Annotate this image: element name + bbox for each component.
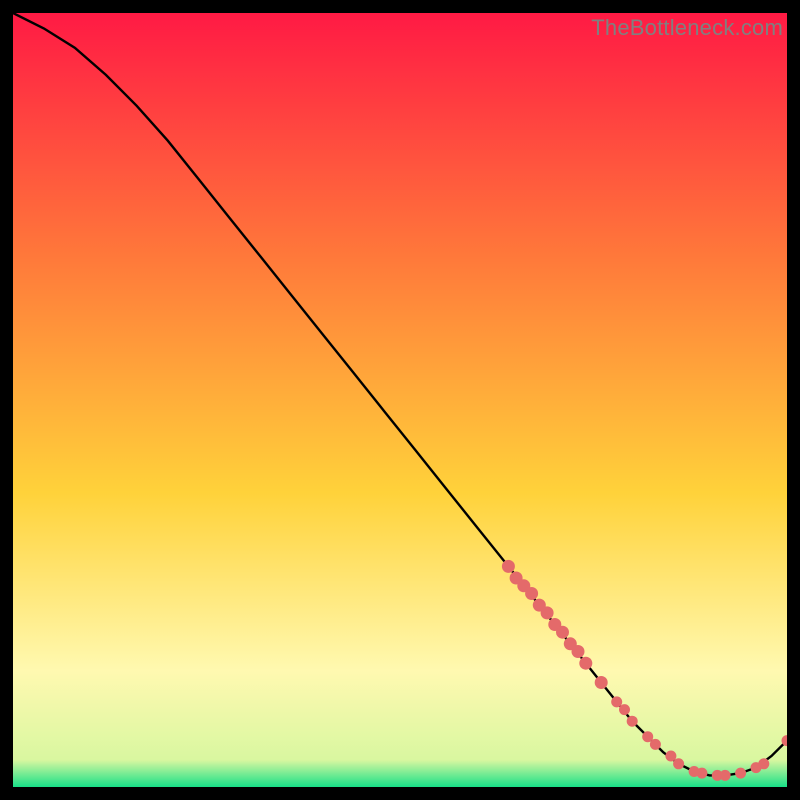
data-point bbox=[611, 696, 622, 707]
data-point bbox=[556, 626, 569, 639]
data-point bbox=[650, 739, 661, 750]
gradient-background bbox=[13, 13, 787, 787]
data-point bbox=[502, 560, 515, 573]
attribution-label: TheBottleneck.com bbox=[591, 15, 783, 41]
data-point bbox=[627, 716, 638, 727]
data-point bbox=[579, 657, 592, 670]
data-point bbox=[572, 645, 585, 658]
data-point bbox=[673, 758, 684, 769]
bottleneck-chart bbox=[13, 13, 787, 787]
data-point bbox=[758, 758, 769, 769]
data-point bbox=[735, 768, 746, 779]
data-point bbox=[665, 751, 676, 762]
data-point bbox=[541, 606, 554, 619]
data-point bbox=[525, 587, 538, 600]
data-point bbox=[595, 676, 608, 689]
data-point bbox=[619, 704, 630, 715]
data-point bbox=[720, 770, 731, 781]
data-point bbox=[696, 768, 707, 779]
chart-card: TheBottleneck.com bbox=[13, 13, 787, 787]
